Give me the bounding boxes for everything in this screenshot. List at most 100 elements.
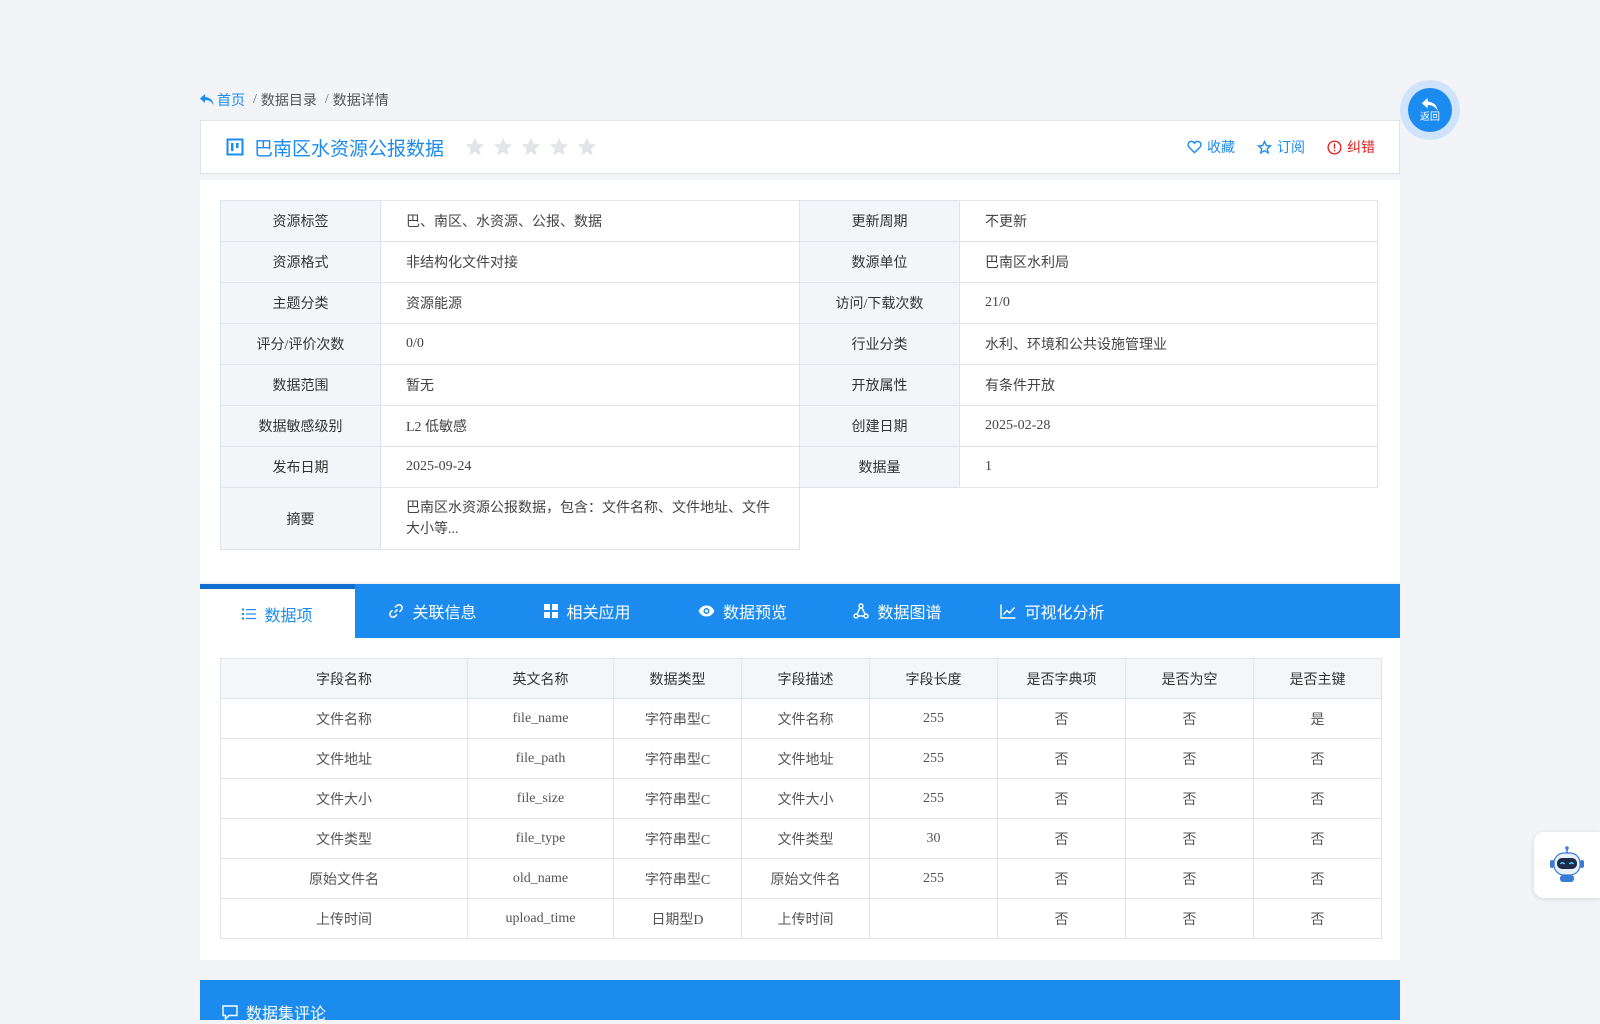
table-cell: 否: [1125, 898, 1254, 939]
table-cell: 上传时间: [741, 898, 870, 939]
tab-related-apps[interactable]: 相关应用: [510, 584, 665, 638]
list-icon: [242, 608, 257, 619]
reply-arrow-icon: [200, 94, 214, 105]
table-cell: 否: [1125, 818, 1254, 859]
info-label: 主题分类: [220, 282, 381, 324]
correct-error-button[interactable]: 纠错: [1327, 137, 1375, 157]
table-cell: 否: [997, 818, 1126, 859]
table-cell: 255: [869, 778, 998, 819]
table-cell: 否: [1125, 698, 1254, 739]
table-cell: 30: [869, 818, 998, 859]
table-cell: 文件名称: [741, 698, 870, 739]
info-table: 资源标签 巴、南区、水资源、公报、数据 更新周期 不更新 资源格式 非结构化文件…: [220, 200, 1378, 550]
tab-related-info[interactable]: 关联信息: [355, 584, 510, 638]
info-value: 2025-02-28: [959, 405, 1378, 447]
table-cell: 否: [997, 738, 1126, 779]
star-icon[interactable]: [576, 136, 598, 158]
info-value: 暂无: [380, 364, 800, 406]
star-icon[interactable]: [492, 136, 514, 158]
breadcrumb-separator: /: [324, 92, 329, 107]
table-cell: 文件名称: [220, 698, 468, 739]
table-cell: 否: [1253, 738, 1382, 779]
breadcrumb-detail: 数据详情: [332, 94, 389, 109]
table-cell: 否: [997, 898, 1126, 939]
info-value: 巴南区水利局: [959, 241, 1378, 283]
comment-icon: [222, 1004, 238, 1020]
dataset-header: 巴南区水资源公报数据 收藏 订阅 纠错: [200, 120, 1400, 174]
star-icon[interactable]: [548, 136, 570, 158]
column-header: 是否字典项: [997, 658, 1126, 699]
breadcrumb-home-label: 首页: [217, 94, 245, 109]
page-title: 巴南区水资源公报数据: [254, 138, 445, 160]
favorite-button[interactable]: 收藏: [1187, 137, 1235, 157]
info-row: 资源格式 非结构化文件对接 数源单位 巴南区水利局: [220, 241, 1378, 283]
dataset-icon: [226, 138, 244, 156]
breadcrumb-catalog[interactable]: 数据目录: [261, 90, 317, 110]
tab-data-preview[interactable]: 数据预览: [665, 584, 820, 638]
robot-icon: [1550, 846, 1584, 882]
column-header: 字段长度: [869, 658, 998, 699]
table-cell: 否: [997, 858, 1126, 899]
table-cell: 原始文件名: [741, 858, 870, 899]
favorite-label: 收藏: [1207, 141, 1235, 156]
table-cell: 文件类型: [741, 818, 870, 859]
eye-icon: [698, 605, 715, 617]
tab-label: 数据图谱: [877, 605, 942, 622]
column-header: 字段名称: [220, 658, 468, 699]
subscribe-button[interactable]: 订阅: [1257, 137, 1305, 157]
info-row: 评分/评价次数 0/0 行业分类 水利、环境和公共设施管理业: [220, 323, 1378, 365]
star-icon[interactable]: [520, 136, 542, 158]
info-value: 巴、南区、水资源、公报、数据: [380, 200, 800, 242]
comment-section-header: 数据集评论: [200, 980, 1400, 1023]
table-cell: file_type: [467, 818, 614, 859]
info-value: 非结构化文件对接: [380, 241, 800, 283]
table-cell: 否: [1125, 778, 1254, 819]
info-value: L2 低敏感: [380, 405, 800, 447]
info-panel: 资源标签 巴、南区、水资源、公报、数据 更新周期 不更新 资源格式 非结构化文件…: [200, 180, 1400, 582]
table-row: 文件大小 file_size 字符串型C 文件大小 255 否 否 否: [220, 778, 1382, 819]
info-label: 数据范围: [220, 364, 381, 406]
table-row: 上传时间 upload_time 日期型D 上传时间 否 否 否: [220, 898, 1382, 939]
star-icon[interactable]: [464, 136, 486, 158]
table-cell: file_size: [467, 778, 614, 819]
table-cell: 文件地址: [741, 738, 870, 779]
link-icon: [389, 604, 404, 618]
table-cell: 文件类型: [220, 818, 468, 859]
info-row: 数据范围 暂无 开放属性 有条件开放: [220, 364, 1378, 406]
breadcrumb-separator: /: [253, 92, 257, 107]
column-header: 是否主键: [1253, 658, 1382, 699]
info-value: 2025-09-24: [380, 446, 800, 488]
rating-stars[interactable]: [464, 136, 598, 158]
table-cell: 否: [1253, 898, 1382, 939]
info-value: 资源能源: [380, 282, 800, 324]
info-row: 资源标签 巴、南区、水资源、公报、数据 更新周期 不更新: [220, 200, 1378, 242]
tab-visual-analysis[interactable]: 可视化分析: [975, 584, 1130, 638]
ai-assistant-button[interactable]: [1534, 832, 1600, 898]
table-cell: 文件大小: [220, 778, 468, 819]
tab-bar: 数据项 关联信息 相关应用 数据预览 数据图谱 可视化分析: [200, 584, 1400, 638]
subscribe-label: 订阅: [1277, 141, 1305, 156]
back-button[interactable]: 返回: [1400, 80, 1460, 140]
table-cell: file_name: [467, 698, 614, 739]
tab-data-graph[interactable]: 数据图谱: [820, 584, 975, 638]
info-label: 评分/评价次数: [220, 323, 381, 365]
info-label: 资源格式: [220, 241, 381, 283]
table-cell: 字符串型C: [613, 738, 742, 779]
table-cell: 文件大小: [741, 778, 870, 819]
data-items-panel: 字段名称 英文名称 数据类型 字段描述 字段长度 是否字典项 是否为空 是否主键…: [200, 638, 1400, 960]
tab-data-items[interactable]: 数据项: [200, 584, 355, 638]
summary-label: 摘要: [220, 487, 381, 550]
alert-circle-icon: [1327, 139, 1342, 155]
data-items-table: 字段名称 英文名称 数据类型 字段描述 字段长度 是否字典项 是否为空 是否主键…: [220, 658, 1382, 939]
table-cell: 否: [1253, 818, 1382, 859]
breadcrumb-home[interactable]: 首页: [200, 90, 245, 110]
table-cell: old_name: [467, 858, 614, 899]
info-value: 21/0: [959, 282, 1378, 324]
table-cell: 否: [1253, 858, 1382, 899]
tab-label: 可视化分析: [1024, 605, 1105, 622]
table-cell: 是: [1253, 698, 1382, 739]
table-cell: 字符串型C: [613, 778, 742, 819]
info-row: 数据敏感级别 L2 低敏感 创建日期 2025-02-28: [220, 405, 1378, 447]
info-label: 数据敏感级别: [220, 405, 381, 447]
table-cell: 否: [1125, 858, 1254, 899]
